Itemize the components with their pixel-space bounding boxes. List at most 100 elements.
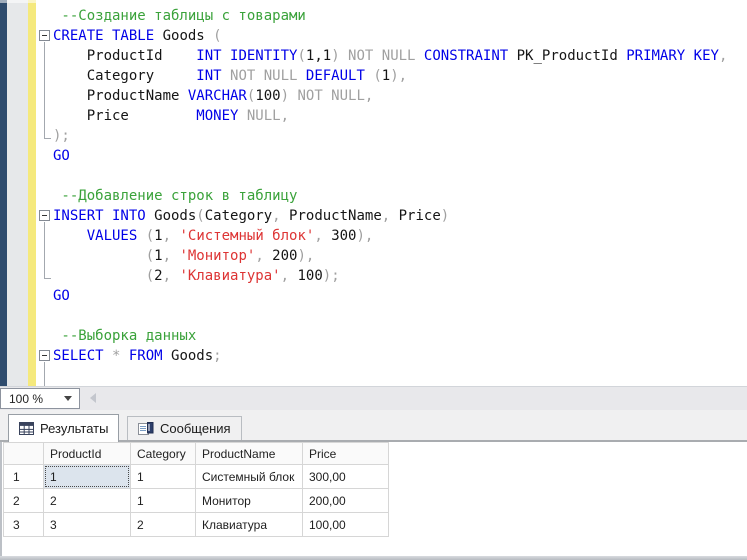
grid-cell[interactable]: Системный блок (196, 465, 303, 489)
outline-margin (36, 86, 53, 106)
code-text: Category INT NOT NULL DEFAULT (1), (53, 66, 407, 86)
sql-editor-pane: --Создание таблицы с товарамиCREATE TABL… (0, 0, 747, 386)
code-editor[interactable]: --Создание таблицы с товарамиCREATE TABL… (36, 0, 747, 386)
grid-column-header[interactable]: ProductName (196, 443, 303, 465)
outline-margin (36, 6, 53, 26)
table-row: 111Системный блок300,00 (4, 465, 389, 489)
outline-margin (36, 186, 53, 206)
outline-margin (36, 306, 53, 326)
results-tabbar: Результаты Сообщения (0, 410, 747, 442)
outline-margin-collapse[interactable] (36, 206, 53, 226)
grid-cell[interactable]: Монитор (196, 489, 303, 513)
code-line[interactable]: ProductName VARCHAR(100) NOT NULL, (36, 86, 747, 106)
outline-margin-collapse[interactable] (36, 26, 53, 46)
grid-row-number[interactable]: 2 (4, 489, 44, 513)
tab-messages-label: Сообщения (160, 421, 231, 436)
results-grid-icon (19, 422, 34, 435)
outline-margin (36, 106, 53, 126)
code-line[interactable] (36, 306, 747, 326)
code-text: ProductName VARCHAR(100) NOT NULL, (53, 86, 373, 106)
grid-column-header[interactable]: ProductId (44, 443, 131, 465)
code-text: --Добавление строк в таблицу (53, 186, 297, 206)
code-line[interactable]: Price MONEY NULL, (36, 106, 747, 126)
outline-margin (36, 226, 53, 246)
grid-column-header[interactable]: Category (131, 443, 196, 465)
grid-column-header[interactable]: Price (303, 443, 389, 465)
table-row: 332Клавиатура100,00 (4, 513, 389, 537)
code-line[interactable]: VALUES (1, 'Системный блок', 300), (36, 226, 747, 246)
code-text: ); (53, 126, 70, 146)
code-line[interactable]: Category INT NOT NULL DEFAULT (1), (36, 66, 747, 86)
grid-cell[interactable]: 100,00 (303, 513, 389, 537)
editor-scrollbar-row: 100 % (0, 386, 747, 410)
code-text: GO (53, 146, 70, 166)
code-line[interactable] (36, 366, 747, 386)
code-text: INSERT INTO Goods(Category, ProductName,… (53, 206, 449, 226)
editor-top-highlight (0, 0, 36, 3)
code-line[interactable]: SELECT * FROM Goods; (36, 346, 747, 366)
collapse-region-icon[interactable] (39, 350, 50, 361)
code-line[interactable]: --Выборка данных (36, 326, 747, 346)
code-line[interactable]: GO (36, 146, 747, 166)
grid-row-number[interactable]: 1 (4, 465, 44, 489)
results-grid: ProductIdCategoryProductNamePrice111Сист… (3, 442, 389, 537)
table-row: 221Монитор200,00 (4, 489, 389, 513)
outline-margin (36, 266, 53, 286)
grid-cell[interactable]: 1 (131, 465, 196, 489)
ssms-window: --Создание таблицы с товарамиCREATE TABL… (0, 0, 747, 560)
outline-margin (36, 126, 53, 146)
chevron-down-icon (64, 396, 72, 401)
outline-margin (36, 246, 53, 266)
code-text: --Создание таблицы с товарами (53, 6, 306, 26)
grid-cell[interactable]: 200,00 (303, 489, 389, 513)
collapse-region-icon[interactable] (39, 30, 50, 41)
collapse-region-icon[interactable] (39, 210, 50, 221)
grid-row-number[interactable]: 3 (4, 513, 44, 537)
editor-left-edge (0, 0, 7, 386)
tab-results-label: Результаты (40, 421, 108, 436)
code-text: (2, 'Клавиатура', 100); (53, 266, 340, 286)
outline-margin-collapse[interactable] (36, 346, 53, 366)
code-text: Price MONEY NULL, (53, 106, 289, 126)
zoom-level-value: 100 % (1, 392, 64, 406)
tab-results[interactable]: Результаты (8, 414, 119, 442)
grid-cell[interactable]: 3 (44, 513, 131, 537)
code-text: GO (53, 286, 70, 306)
code-line[interactable]: GO (36, 286, 747, 306)
code-line[interactable]: ProductId INT IDENTITY(1,1) NOT NULL CON… (36, 46, 747, 66)
code-text: VALUES (1, 'Системный блок', 300), (53, 226, 373, 246)
code-text: --Выборка данных (53, 326, 196, 346)
code-text: SELECT * FROM Goods; (53, 346, 222, 366)
outline-margin (36, 286, 53, 306)
tab-messages[interactable]: Сообщения (127, 416, 242, 440)
grid-cell[interactable]: 300,00 (303, 465, 389, 489)
code-line[interactable]: INSERT INTO Goods(Category, ProductName,… (36, 206, 747, 226)
messages-icon (138, 422, 154, 436)
grid-header-row: ProductIdCategoryProductNamePrice (4, 443, 389, 465)
code-text: ProductId INT IDENTITY(1,1) NOT NULL CON… (53, 46, 727, 66)
grid-cell[interactable]: 2 (131, 513, 196, 537)
outline-margin (36, 366, 53, 386)
track-changes-bar (28, 0, 36, 386)
outline-margin (36, 46, 53, 66)
code-line[interactable]: --Создание таблицы с товарами (36, 6, 747, 26)
outline-margin (36, 326, 53, 346)
grid-cell[interactable]: 2 (44, 489, 131, 513)
outline-margin (36, 66, 53, 86)
code-line[interactable]: ); (36, 126, 747, 146)
breakpoint-gutter[interactable] (7, 0, 28, 386)
grid-corner-cell[interactable] (4, 443, 44, 465)
grid-cell[interactable]: 1 (44, 465, 131, 489)
code-line[interactable]: --Добавление строк в таблицу (36, 186, 747, 206)
code-line[interactable]: (2, 'Клавиатура', 100); (36, 266, 747, 286)
outline-margin (36, 166, 53, 186)
code-text: CREATE TABLE Goods ( (53, 26, 222, 46)
window-bottom-border (0, 556, 747, 560)
scroll-left-arrow-icon[interactable] (90, 393, 96, 403)
code-line[interactable]: CREATE TABLE Goods ( (36, 26, 747, 46)
code-line[interactable]: (1, 'Монитор', 200), (36, 246, 747, 266)
grid-cell[interactable]: 1 (131, 489, 196, 513)
grid-cell[interactable]: Клавиатура (196, 513, 303, 537)
zoom-level-dropdown[interactable]: 100 % (0, 388, 80, 409)
code-line[interactable] (36, 166, 747, 186)
